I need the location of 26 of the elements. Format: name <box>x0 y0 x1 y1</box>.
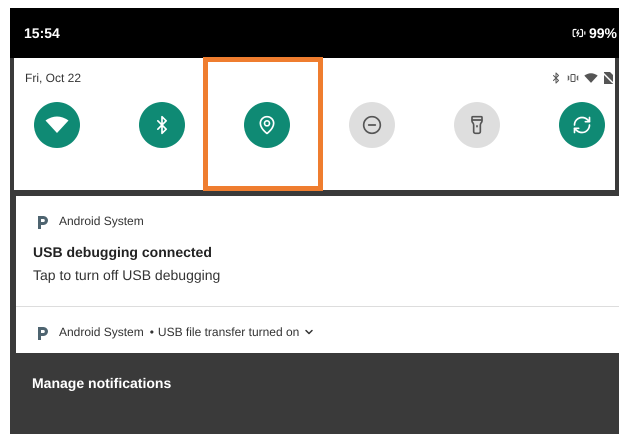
do-not-disturb-icon <box>362 115 382 135</box>
quick-settings-tile[interactable] <box>244 102 290 148</box>
quick-settings-tile[interactable] <box>139 102 185 148</box>
quick-settings-tile[interactable] <box>34 102 80 148</box>
app-logo-icon <box>36 214 49 228</box>
auto-rotate-icon <box>572 115 592 135</box>
quick-settings-tile[interactable] <box>454 102 500 148</box>
vibrate-icon <box>567 72 579 84</box>
notification-summary: USB file transfer turned on <box>158 324 300 341</box>
separator-dot: • <box>150 324 154 341</box>
battery-icon <box>572 26 586 40</box>
notification-text: Tap to turn off USB debugging <box>32 266 222 285</box>
manage-notifications-link[interactable]: Manage notifications <box>10 373 619 394</box>
bluetooth-icon <box>550 72 562 84</box>
app-name: Android System <box>59 213 144 230</box>
notification-title: USB debugging connected <box>32 243 213 262</box>
battery-level: 99% <box>588 24 617 42</box>
clock: 15:54 <box>24 24 60 42</box>
location-pin-icon <box>257 115 277 135</box>
quick-settings-tile[interactable] <box>559 102 605 148</box>
date: Fri, Oct 22 <box>25 70 82 87</box>
quick-settings-tile[interactable] <box>349 102 395 148</box>
wifi-icon <box>45 116 69 134</box>
wifi-icon <box>584 72 598 84</box>
app-logo-icon <box>36 324 49 340</box>
app-name: Android System <box>59 324 144 341</box>
